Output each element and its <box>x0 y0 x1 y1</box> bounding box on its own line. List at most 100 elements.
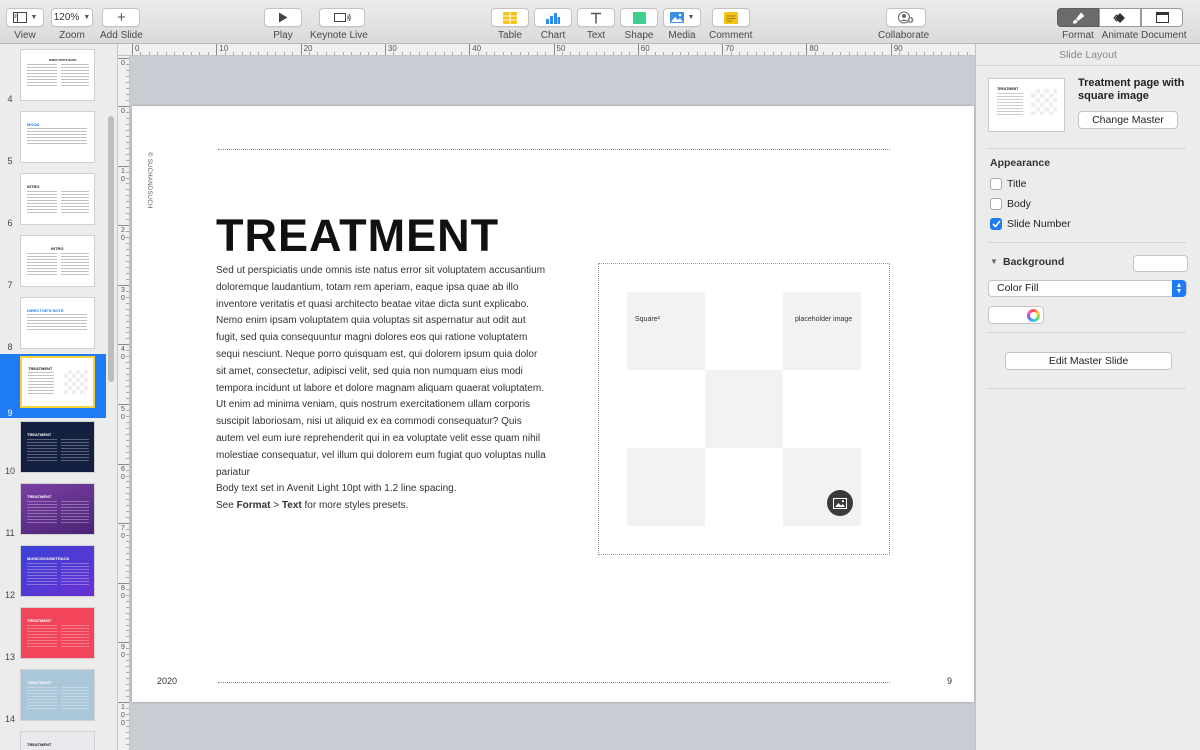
horizontal-ruler[interactable]: 0 10 20 30 40 50 60 70 80 90 <box>118 44 975 56</box>
animate-tab[interactable] <box>1099 8 1141 27</box>
ruler-tick <box>469 44 471 55</box>
zoom-control[interactable]: 120% ▼ Zoom <box>51 8 93 41</box>
image-icon <box>833 497 847 509</box>
shape-control[interactable]: Shape <box>620 8 658 41</box>
fill-color-swatch[interactable] <box>988 306 1044 324</box>
play-control[interactable]: Play <box>264 8 302 41</box>
keynote-live-button[interactable] <box>318 8 365 27</box>
fill-type-select[interactable]: Color Fill ▲ ▼ <box>988 280 1187 297</box>
media-button[interactable]: ▼ <box>663 8 701 27</box>
ruler-tick <box>890 44 892 55</box>
table-label: Table <box>498 30 522 41</box>
navigator-scrollbar[interactable] <box>108 116 114 382</box>
slide-number-checkbox[interactable] <box>990 218 1002 230</box>
disclosure-triangle-icon[interactable]: ▼ <box>990 257 998 266</box>
comment-control[interactable]: Comment <box>709 8 752 41</box>
slide-thumbnail[interactable]: DIRECTOR'S NOTE 4 <box>0 46 106 104</box>
add-slide-control[interactable]: + Add Slide <box>100 8 143 41</box>
table-control[interactable]: Table <box>491 8 529 41</box>
slide[interactable]: © SUCHANDSUCH TREATMENT Sed ut perspicia… <box>132 106 974 702</box>
format-tab[interactable] <box>1057 8 1099 27</box>
ruler-minor-tick <box>182 52 184 55</box>
ruler-minor-tick <box>126 690 129 692</box>
ruler-minor-tick <box>401 52 403 55</box>
ruler-label: 70 <box>121 525 125 541</box>
slide-thumbnail[interactable]: DIRECTOR'S NOTE 8 <box>0 294 106 352</box>
view-button[interactable]: ▼ <box>6 8 44 27</box>
ruler-minor-tick <box>764 52 766 55</box>
slide-thumbnail[interactable]: TREATMENT <box>0 728 106 750</box>
image-placeholder[interactable]: Square² placeholder image <box>598 263 890 555</box>
shape-button[interactable] <box>620 8 658 27</box>
body-checkbox[interactable] <box>990 198 1002 210</box>
slide-title[interactable]: TREATMENT <box>216 210 499 262</box>
ruler-minor-tick <box>233 52 235 55</box>
ruler-minor-tick <box>941 52 943 55</box>
media-placeholder-button[interactable] <box>827 490 853 516</box>
zoom-select[interactable]: 120% ▼ <box>51 8 93 27</box>
thumbnail-body <box>27 128 87 144</box>
add-slide-button[interactable]: + <box>102 8 141 27</box>
text-control[interactable]: Text <box>577 8 615 41</box>
thumbnail-title: MUSIC/SOUNDTRACK <box>27 556 70 561</box>
view-control[interactable]: ▼ View <box>6 8 44 41</box>
media-label: Media <box>668 30 696 41</box>
slide-thumbnail[interactable]: TREATMENT 14 <box>0 666 106 724</box>
ruler-label: 50 <box>121 406 125 421</box>
ruler-minor-tick <box>126 517 129 519</box>
body-checkbox-row[interactable]: Body <box>990 198 1031 210</box>
edit-master-slide-button[interactable]: Edit Master Slide <box>1005 352 1172 370</box>
ruler-minor-tick <box>126 624 129 626</box>
change-master-button[interactable]: Change Master <box>1078 111 1178 129</box>
ruler-minor-tick <box>126 308 129 310</box>
ruler-minor-tick <box>126 713 129 715</box>
chart-button[interactable] <box>534 8 572 27</box>
ruler-minor-tick <box>126 541 129 543</box>
thumbnail-body <box>27 501 57 525</box>
slide-number-checkbox-row[interactable]: Slide Number <box>990 218 1071 230</box>
keynote-live-control[interactable]: Keynote Live <box>310 8 368 41</box>
ruler-tick <box>118 344 129 346</box>
slide-thumbnail[interactable]: TREATMENT 10 <box>0 418 106 476</box>
slide-thumbnail[interactable]: MOOD 5 <box>0 108 106 166</box>
view-label: View <box>14 30 36 41</box>
slide-number: 9 <box>7 408 13 418</box>
slide-thumbnail[interactable]: TREATMENT 13 <box>0 604 106 662</box>
chart-control[interactable]: Chart <box>534 8 572 41</box>
ruler-minor-tick <box>126 69 129 71</box>
ruler-minor-tick <box>797 52 799 55</box>
master-thumbnail[interactable]: TREATMENT <box>988 78 1065 132</box>
thumbnail-body <box>61 439 89 463</box>
background-color-well[interactable] <box>1133 255 1188 272</box>
ruler-minor-tick <box>165 52 167 55</box>
slide-number: 6 <box>7 218 13 228</box>
ruler-minor-tick <box>126 409 129 411</box>
vertical-ruler[interactable]: 0 0 10 20 30 40 50 60 70 80 90 100 <box>118 56 130 750</box>
ruler-minor-tick <box>126 678 129 680</box>
copyright-credit[interactable]: © SUCHANDSUCH <box>146 152 152 209</box>
title-checkbox-row[interactable]: Title <box>990 178 1026 190</box>
ruler-minor-tick <box>899 52 901 55</box>
text-button[interactable] <box>577 8 615 27</box>
slide-thumbnail[interactable]: MUSIC/SOUNDTRACK 12 <box>0 542 106 600</box>
slide-body-text[interactable]: Sed ut perspiciatis unde omnis iste natu… <box>216 263 546 515</box>
slide-number-field[interactable]: 9 <box>947 676 952 686</box>
color-wheel-icon[interactable] <box>1027 309 1040 322</box>
title-checkbox[interactable] <box>990 178 1002 190</box>
table-icon <box>503 11 517 24</box>
slide-thumbnail[interactable]: INTRO 7 <box>0 232 106 290</box>
document-tab[interactable] <box>1141 8 1183 27</box>
play-button[interactable] <box>264 8 302 27</box>
ruler-minor-tick <box>126 243 129 245</box>
slide-footer-year[interactable]: 2020 <box>157 676 177 686</box>
ruler-minor-tick <box>126 75 129 77</box>
table-button[interactable] <box>491 8 529 27</box>
comment-button[interactable] <box>711 8 750 27</box>
body-paragraph: Sed ut perspiciatis unde omnis iste natu… <box>216 265 546 478</box>
slide-thumbnail[interactable]: INTRO 6 <box>0 170 106 228</box>
media-control[interactable]: ▼ Media <box>663 8 701 41</box>
collaborate-control[interactable]: Collaborate <box>878 8 929 41</box>
collaborate-button[interactable] <box>886 8 927 27</box>
slide-thumbnail-selected[interactable]: TREATMENT 9 <box>0 354 106 418</box>
slide-thumbnail[interactable]: TREATMENT 11 <box>0 480 106 538</box>
